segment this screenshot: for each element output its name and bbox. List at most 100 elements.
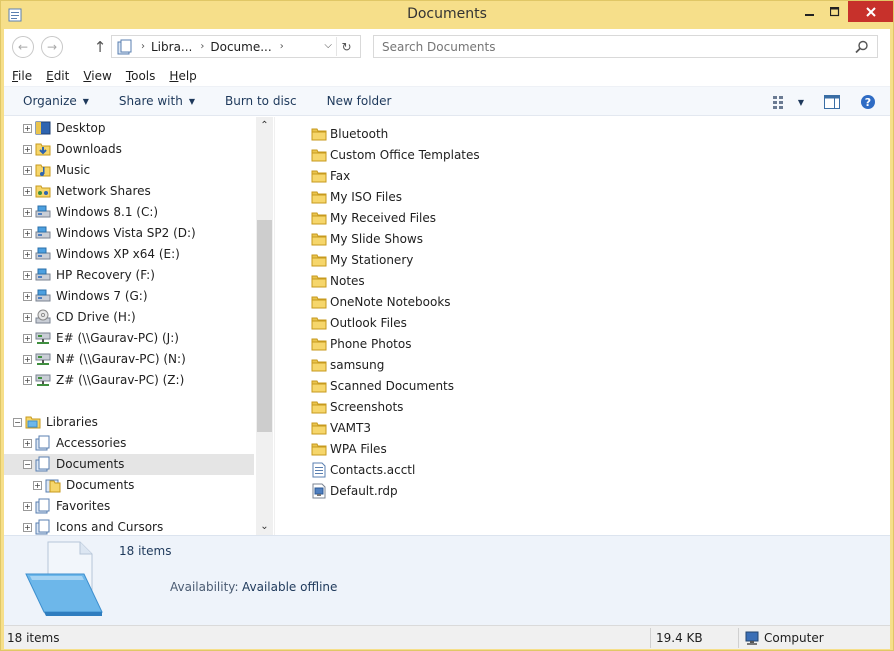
expand-icon[interactable]: + xyxy=(23,292,32,301)
file-list: Bluetooth Custom Office Templates Fax My IS… xyxy=(274,117,890,535)
breadcrumb-separator-icon[interactable]: › xyxy=(141,41,145,52)
expand-icon[interactable]: + xyxy=(23,439,32,448)
breadcrumb-separator-icon[interactable]: › xyxy=(200,41,204,52)
computer-icon xyxy=(745,631,759,645)
nav-item-computer-1[interactable]: + Downloads xyxy=(4,139,254,160)
preview-pane-button[interactable] xyxy=(823,93,841,111)
file-item[interactable]: VAMT3 xyxy=(311,417,371,438)
nav-item-computer-5[interactable]: + Windows Vista SP2 (D:) xyxy=(4,223,254,244)
file-item[interactable]: Screenshots xyxy=(311,396,403,417)
maximize-button[interactable] xyxy=(823,1,847,22)
change-view-button[interactable]: ▼ xyxy=(768,93,808,111)
file-item[interactable]: Bluetooth xyxy=(311,123,388,144)
breadcrumb-documents[interactable]: Docume... xyxy=(210,40,271,54)
file-item[interactable]: WPA Files xyxy=(311,438,387,459)
nav-item-computer-7[interactable]: + HP Recovery (F:) xyxy=(4,265,254,286)
title-bar[interactable]: Documents xyxy=(1,1,893,29)
expand-icon[interactable]: + xyxy=(23,124,32,133)
collapse-icon[interactable]: − xyxy=(23,460,32,469)
expand-icon[interactable]: + xyxy=(23,187,32,196)
expand-icon[interactable]: + xyxy=(23,523,32,532)
file-name: My Received Files xyxy=(330,210,437,225)
nav-item-computer-12[interactable]: + Z# (\\Gaurav-PC) (Z:) xyxy=(4,370,254,391)
file-item[interactable]: OneNote Notebooks xyxy=(311,291,451,312)
nav-item-library-0[interactable]: + Accessories xyxy=(4,433,254,454)
expand-icon[interactable]: + xyxy=(23,502,32,511)
nav-item-computer-6[interactable]: + Windows XP x64 (E:) xyxy=(4,244,254,265)
file-item[interactable]: Contacts.acctl xyxy=(311,459,415,480)
new-folder-button[interactable]: New folder xyxy=(327,94,392,108)
folder-icon xyxy=(311,126,327,142)
file-item[interactable]: Phone Photos xyxy=(311,333,411,354)
nav-item-libraries[interactable]: − Libraries xyxy=(4,412,254,433)
nav-scrollbar[interactable]: ⌃ ⌄ xyxy=(256,117,273,535)
nav-item-label: Z# (\\Gaurav-PC) (Z:) xyxy=(56,373,185,387)
scroll-thumb[interactable] xyxy=(257,220,272,432)
nav-item-computer-9[interactable]: + CD Drive (H:) xyxy=(4,307,254,328)
expand-icon[interactable]: + xyxy=(23,313,32,322)
forward-button[interactable]: → xyxy=(41,36,63,58)
file-item[interactable]: My ISO Files xyxy=(311,186,402,207)
back-button[interactable]: ← xyxy=(12,36,34,58)
nav-item-computer-11[interactable]: + N# (\\Gaurav-PC) (N:) xyxy=(4,349,254,370)
expand-icon[interactable]: + xyxy=(23,229,32,238)
file-item[interactable]: Outlook Files xyxy=(311,312,407,333)
menu-help[interactable]: Help xyxy=(161,69,202,83)
file-item[interactable]: Custom Office Templates xyxy=(311,144,480,165)
expand-icon[interactable]: + xyxy=(23,250,32,259)
expand-icon[interactable]: + xyxy=(23,208,32,217)
expand-icon[interactable]: + xyxy=(23,166,32,175)
expand-icon[interactable]: + xyxy=(23,145,32,154)
file-item[interactable]: Fax xyxy=(311,165,350,186)
menu-tools[interactable]: Tools xyxy=(118,69,162,83)
close-button[interactable] xyxy=(848,1,893,22)
file-item[interactable]: samsung xyxy=(311,354,384,375)
nav-item-computer-2[interactable]: + Music xyxy=(4,160,254,181)
menu-view[interactable]: View xyxy=(75,69,117,83)
organize-button[interactable]: Organize ▼ xyxy=(23,94,89,108)
file-item[interactable]: Default.rdp xyxy=(311,480,398,501)
menu-edit[interactable]: Edit xyxy=(38,69,75,83)
nav-item-computer-4[interactable]: + Windows 8.1 (C:) xyxy=(4,202,254,223)
expand-icon[interactable]: + xyxy=(23,355,32,364)
file-item[interactable]: My Slide Shows xyxy=(311,228,423,249)
minimize-button[interactable] xyxy=(797,1,823,22)
search-icon[interactable] xyxy=(855,40,869,54)
expand-icon[interactable]: + xyxy=(23,376,32,385)
search-box[interactable] xyxy=(373,35,878,58)
breadcrumb-separator-icon[interactable]: › xyxy=(280,41,284,52)
file-item[interactable]: My Received Files xyxy=(311,207,436,228)
nav-item-library-4[interactable]: + Icons and Cursors xyxy=(4,517,254,535)
chevron-down-icon[interactable]: ⌵ xyxy=(324,40,332,51)
burn-to-disc-button[interactable]: Burn to disc xyxy=(225,94,297,108)
address-bar[interactable]: › Libra... › Docume... › ⌵ ↻ xyxy=(111,35,361,58)
file-name: Fax xyxy=(330,168,351,183)
file-item[interactable]: Notes xyxy=(311,270,365,291)
breadcrumb-libraries[interactable]: Libra... xyxy=(151,40,192,54)
scroll-down-button[interactable]: ⌄ xyxy=(256,518,273,535)
menu-file[interactable]: File xyxy=(4,69,38,83)
scroll-up-button[interactable]: ⌃ xyxy=(256,117,273,134)
nav-item-computer-10[interactable]: + E# (\\Gaurav-PC) (J:) xyxy=(4,328,254,349)
help-button[interactable]: ? xyxy=(859,93,877,111)
nav-item-library-1[interactable]: − Documents xyxy=(4,454,254,475)
folder-icon xyxy=(311,378,327,394)
nav-item-computer-0[interactable]: + Desktop xyxy=(4,118,254,139)
nav-item-library-3[interactable]: + Favorites xyxy=(4,496,254,517)
refresh-button[interactable]: ↻ xyxy=(336,37,356,56)
nav-item-computer-8[interactable]: + Windows 7 (G:) xyxy=(4,286,254,307)
expand-icon[interactable]: + xyxy=(33,481,42,490)
file-item[interactable]: Scanned Documents xyxy=(311,375,454,396)
file-name: Default.rdp xyxy=(330,483,398,498)
nav-item-computer-3[interactable]: + Network Shares xyxy=(4,181,254,202)
nav-item-library-2[interactable]: + Documents xyxy=(4,475,254,496)
collapse-icon[interactable]: − xyxy=(13,418,22,427)
file-item[interactable]: My Stationery xyxy=(311,249,413,270)
expand-icon[interactable]: + xyxy=(23,271,32,280)
search-input[interactable] xyxy=(374,39,844,54)
expand-icon[interactable]: + xyxy=(23,334,32,343)
up-button[interactable]: ↑ xyxy=(92,37,108,57)
cd-drive-icon xyxy=(35,309,51,325)
nav-item-label: N# (\\Gaurav-PC) (N:) xyxy=(56,352,186,366)
share-with-button[interactable]: Share with ▼ xyxy=(119,94,195,108)
